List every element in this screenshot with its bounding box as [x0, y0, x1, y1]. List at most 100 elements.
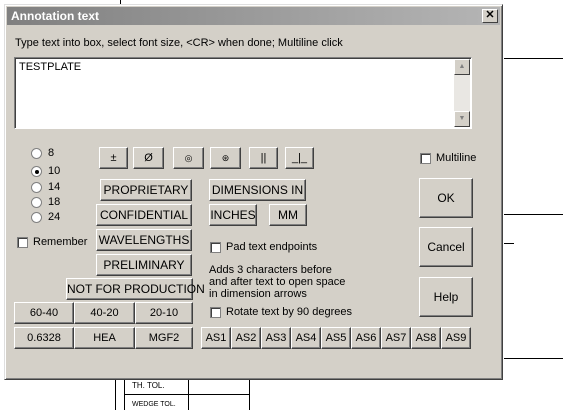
font-size-radio-18[interactable]: 18 — [31, 196, 60, 211]
radio-14-label: 14 — [48, 181, 61, 194]
radio-18-label: 18 — [48, 196, 61, 209]
preset-40-20-button[interactable]: 40-20 — [74, 302, 135, 324]
as8-label: AS8 — [415, 332, 437, 344]
pad-text-info: Adds 3 characters before and after text … — [209, 264, 346, 300]
close-icon: ✕ — [485, 9, 495, 21]
font-size-radio-10[interactable]: 10 — [31, 165, 60, 180]
preset-mgf2-button[interactable]: MGF2 — [135, 327, 193, 349]
wedge-tol-label: WEDGE TOL. — [132, 401, 176, 408]
help-button[interactable]: Help — [419, 277, 473, 317]
mm-button[interactable]: MM — [269, 204, 307, 226]
not-for-production-button[interactable]: NOT FOR PRODUCTION — [66, 278, 205, 300]
cancel-button[interactable]: Cancel — [419, 227, 473, 267]
cancel-label: Cancel — [427, 240, 465, 254]
preset-0-6328-button[interactable]: 0.6328 — [14, 327, 74, 349]
as3-button[interactable]: AS3 — [261, 327, 291, 349]
preset-mgf2-label: MGF2 — [148, 332, 180, 344]
multiline-checkbox[interactable]: Multiline — [420, 152, 476, 164]
remember-checkbox-box — [17, 236, 28, 248]
annotation-text-input[interactable]: TESTPLATE ▲ ▼ — [14, 57, 472, 129]
diameter-button[interactable]: Ø — [133, 147, 164, 169]
concentric-button[interactable]: ◎ — [173, 147, 204, 169]
as4-label: AS4 — [295, 332, 317, 344]
multiline-label: Multiline — [436, 152, 477, 165]
drawing-line — [124, 380, 125, 410]
font-size-radio-24[interactable]: 24 — [31, 211, 60, 226]
proprietary-button[interactable]: PROPRIETARY — [100, 179, 192, 201]
remember-checkbox[interactable]: Remember — [17, 236, 87, 248]
as7-button[interactable]: AS7 — [381, 327, 411, 349]
preset-60-40-label: 60-40 — [29, 307, 59, 319]
plus-minus-button[interactable]: ± — [99, 147, 128, 169]
preliminary-button[interactable]: PRELIMINARY — [96, 254, 192, 276]
as5-button[interactable]: AS5 — [321, 327, 351, 349]
remember-label: Remember — [33, 236, 88, 249]
radio-18-indicator — [31, 196, 42, 208]
as1-button[interactable]: AS1 — [201, 327, 231, 349]
title-bar: Annotation text ✕ — [7, 7, 500, 25]
radio-10-label: 10 — [48, 165, 61, 178]
position-button[interactable]: ⊛ — [210, 147, 241, 169]
font-size-radio-8[interactable]: 8 — [31, 147, 54, 162]
dimensions-in-button[interactable]: DIMENSIONS IN — [209, 179, 306, 201]
preset-20-10-label: 20-10 — [149, 307, 179, 319]
as2-button[interactable]: AS2 — [231, 327, 261, 349]
position-icon: ⊛ — [221, 153, 230, 163]
scroll-down-button[interactable]: ▼ — [454, 111, 470, 127]
inches-button[interactable]: INCHES — [209, 204, 257, 226]
confidential-label: CONFIDENTIAL — [99, 208, 188, 222]
as8-button[interactable]: AS8 — [411, 327, 441, 349]
mm-label: MM — [278, 208, 298, 222]
pad-text-label: Pad text endpoints — [226, 241, 318, 254]
wavelengths-label: WAVELENGTHS — [98, 233, 190, 247]
scroll-up-button[interactable]: ▲ — [454, 59, 470, 75]
radio-8-label: 8 — [48, 147, 55, 160]
drawing-line — [115, 380, 116, 410]
rotate-text-label: Rotate text by 90 degrees — [226, 306, 352, 319]
as9-button[interactable]: AS9 — [441, 327, 471, 349]
vertical-scrollbar[interactable]: ▲ ▼ — [454, 59, 470, 127]
radio-8-indicator — [31, 147, 42, 159]
concentric-icon: ◎ — [184, 153, 193, 163]
drawing-line — [124, 394, 249, 395]
as6-button[interactable]: AS6 — [351, 327, 381, 349]
dimensions-in-label: DIMENSIONS IN — [211, 183, 304, 197]
pad-text-checkbox[interactable]: Pad text endpoints — [210, 241, 317, 253]
font-size-radio-14[interactable]: 14 — [31, 181, 60, 196]
preset-hea-label: HEA — [93, 332, 116, 344]
confidential-button[interactable]: CONFIDENTIAL — [96, 204, 192, 226]
preset-40-20-label: 40-20 — [90, 307, 119, 319]
inches-label: INCHES — [210, 208, 256, 222]
radio-24-label: 24 — [48, 211, 61, 224]
close-button[interactable]: ✕ — [482, 9, 498, 23]
preset-hea-button[interactable]: HEA — [74, 327, 135, 349]
pad-text-checkbox-box — [210, 241, 221, 253]
preliminary-label: PRELIMINARY — [103, 258, 185, 272]
perpendicular-button[interactable]: _|_ — [285, 147, 314, 169]
drawing-line — [504, 58, 563, 59]
not-for-production-label: NOT FOR PRODUCTION — [67, 282, 205, 296]
radio-10-indicator — [31, 165, 42, 177]
ok-button[interactable]: OK — [419, 178, 473, 218]
radio-14-indicator — [31, 181, 42, 193]
annotation-dialog: Annotation text ✕ Type text into box, se… — [4, 4, 503, 380]
preset-20-10-button[interactable]: 20-10 — [135, 302, 193, 324]
rotate-text-checkbox[interactable]: Rotate text by 90 degrees — [210, 306, 352, 318]
drawing-line — [504, 358, 563, 359]
wavelengths-button[interactable]: WAVELENGTHS — [96, 229, 192, 251]
dialog-title: Annotation text — [11, 9, 99, 23]
plus-minus-label: ± — [110, 152, 117, 164]
as6-label: AS6 — [355, 332, 377, 344]
drawing-line — [188, 380, 189, 410]
multiline-checkbox-box — [420, 152, 431, 164]
drawing-line — [504, 214, 563, 215]
as7-label: AS7 — [385, 332, 407, 344]
annotation-text-value: TESTPLATE — [19, 61, 82, 73]
preset-60-40-button[interactable]: 60-40 — [14, 302, 74, 324]
as4-button[interactable]: AS4 — [291, 327, 321, 349]
parallel-button[interactable]: || — [249, 147, 278, 169]
diameter-label: Ø — [144, 152, 153, 164]
drawing-line — [504, 243, 514, 244]
ok-label: OK — [437, 191, 455, 205]
proprietary-label: PROPRIETARY — [103, 183, 189, 197]
